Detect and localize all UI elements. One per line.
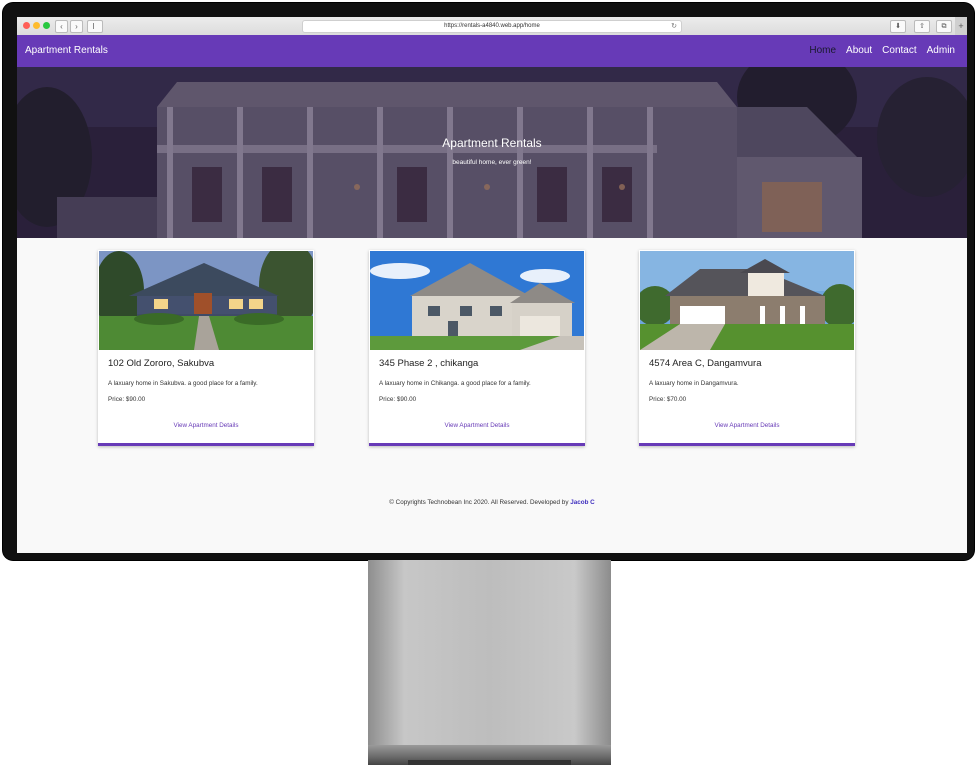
listing-card: 345 Phase 2 , chikanga A laxuary home in… <box>369 250 585 446</box>
address-bar[interactable]: https://rentals-a4840.web.app/home ↻ <box>302 20 682 33</box>
nav-admin[interactable]: Admin <box>927 35 955 67</box>
monitor-stand <box>368 560 611 765</box>
screen: ‹ › https://rentals-a4840.web.app/home ↻… <box>17 17 967 553</box>
downloads-icon[interactable]: ⬇ <box>890 20 906 33</box>
listing-photo <box>99 251 313 350</box>
listing-price: Price: $90.00 <box>379 396 417 403</box>
monitor-frame: ‹ › https://rentals-a4840.web.app/home ↻… <box>3 3 974 560</box>
hero-house-image <box>17 67 967 238</box>
footer-copyright: © Copyrights Technobean Inc 2020. All Re… <box>389 499 569 506</box>
listing-title: 345 Phase 2 , chikanga <box>379 358 479 369</box>
listing-card: 4574 Area C, Dangamvura A laxuary home i… <box>639 250 855 446</box>
forward-icon[interactable]: › <box>70 20 83 33</box>
listing-card: 102 Old Zororo, Sakubva A laxuary home i… <box>98 250 314 446</box>
reload-icon[interactable]: ↻ <box>671 21 677 32</box>
view-details-link[interactable]: View Apartment Details <box>639 422 855 429</box>
nav-home[interactable]: Home <box>809 35 836 67</box>
minimize-window-icon[interactable] <box>33 22 40 29</box>
listing-title: 102 Old Zororo, Sakubva <box>108 358 215 369</box>
listing-title: 4574 Area C, Dangamvura <box>649 358 762 369</box>
nav-contact[interactable]: Contact <box>882 35 916 67</box>
listing-description: A laxuary home in Dangamvura. <box>649 380 739 387</box>
nav-about[interactable]: About <box>846 35 872 67</box>
back-icon[interactable]: ‹ <box>55 20 68 33</box>
view-details-link[interactable]: View Apartment Details <box>98 422 314 429</box>
hero-banner: Apartment Rentals beautiful home, ever g… <box>17 67 967 238</box>
developer-link[interactable]: Jacob C <box>570 499 595 506</box>
listing-description: A laxuary home in Sakubva. a good place … <box>108 380 258 387</box>
footer: © Copyrights Technobean Inc 2020. All Re… <box>17 499 967 506</box>
maximize-window-icon[interactable] <box>43 22 50 29</box>
nav-menu: Home About Contact Admin <box>809 35 955 67</box>
new-tab-icon[interactable]: + <box>955 17 967 35</box>
share-icon[interactable]: ⇧ <box>914 20 930 33</box>
listing-price: Price: $90.00 <box>108 396 146 403</box>
listing-description: A laxuary home in Chikanga. a good place… <box>379 380 531 387</box>
app-navbar: Apartment Rentals Home About Contact Adm… <box>17 35 967 67</box>
monitor-stand-base <box>368 745 611 765</box>
browser-toolbar: ‹ › https://rentals-a4840.web.app/home ↻… <box>17 17 967 36</box>
listing-photo <box>640 251 854 350</box>
close-window-icon[interactable] <box>23 22 30 29</box>
listing-price: Price: $70.00 <box>649 396 687 403</box>
view-details-link[interactable]: View Apartment Details <box>369 422 585 429</box>
listing-photo <box>370 251 584 350</box>
sidebar-toggle-icon[interactable] <box>87 20 103 33</box>
brand-link[interactable]: Apartment Rentals <box>25 35 108 67</box>
hero-subtitle: beautiful home, ever green! <box>452 159 532 166</box>
tabs-overview-icon[interactable]: ⧉ <box>936 20 952 33</box>
hero-title: Apartment Rentals <box>442 136 542 150</box>
url-text: https://rentals-a4840.web.app/home <box>444 23 540 29</box>
